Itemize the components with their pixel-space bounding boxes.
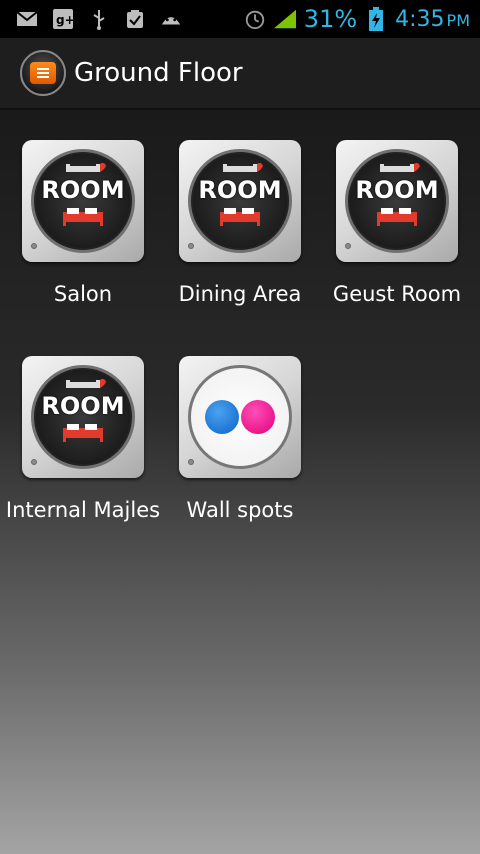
sofa-icon [66,162,106,172]
clock: 4:35 PM [395,7,470,32]
blue-dot [205,400,239,434]
clock-ampm: PM [446,10,470,30]
tile-internal-majles[interactable]: ROOM Internal Majles [3,356,163,556]
notification-icons: g+ [0,9,182,30]
room-icon-text: ROOM [355,176,439,204]
action-bar: Ground Floor [0,38,480,110]
screw-dot [188,243,194,249]
tile-label: Salon [53,282,113,306]
room-icon-text: ROOM [41,176,125,204]
signal-icon [273,9,296,29]
tile-salon[interactable]: ROOM Salon [3,140,163,340]
page-title: Ground Floor [74,58,243,88]
screw-dot [31,243,37,249]
salon-button[interactable]: ROOM [22,140,144,262]
tile-label: Geust Room [332,282,462,306]
android-icon [160,9,182,29]
tile-geust-room[interactable]: ROOM Geust Room [317,140,477,340]
battery-percent: 31% [303,5,358,33]
sofa-icon [223,162,263,172]
room-icon-text: ROOM [198,176,282,204]
room-icon: ROOM [31,365,135,469]
room-icon: ROOM [188,149,292,253]
geust-room-button[interactable]: ROOM [336,140,458,262]
tile-label: Internal Majles [5,498,161,522]
svg-text:g+: g+ [56,13,73,27]
tile-label: Dining Area [178,282,302,306]
internal-majles-button[interactable]: ROOM [22,356,144,478]
dining-area-button[interactable]: ROOM [179,140,301,262]
screw-dot [31,459,37,465]
screw-dot [345,243,351,249]
tile-wall-spots[interactable]: Wall spots [160,356,320,556]
usb-icon [88,9,110,30]
clipboard-check-icon [124,9,146,29]
bed-icon [377,208,417,226]
clock-time: 4:35 [395,6,445,32]
room-icon: ROOM [345,149,449,253]
google-plus-icon: g+ [52,9,74,29]
menu-lines-icon [30,62,56,84]
bed-icon [63,208,103,226]
tile-dining-area[interactable]: ROOM Dining Area [160,140,320,340]
pink-dot [241,400,275,434]
sofa-icon [380,162,420,172]
room-grid: ROOM Salon ROOM Dining Area ROOM Geust R… [0,110,480,854]
room-icon-text: ROOM [41,392,125,420]
system-indicators: 31% 4:35 PM [244,5,480,33]
flickr-icon [188,365,292,469]
wall-spots-button[interactable] [179,356,301,478]
sofa-icon [66,378,106,388]
screw-dot [188,459,194,465]
alarm-icon [244,9,266,30]
tile-label: Wall spots [186,498,294,522]
bed-icon [63,424,103,442]
room-icon: ROOM [31,149,135,253]
gmail-icon [16,9,38,29]
status-bar: g+ 31% 4:35 PM [0,0,480,38]
battery-charging-icon [365,7,387,31]
bed-icon [220,208,260,226]
menu-logo-icon[interactable] [20,50,66,96]
